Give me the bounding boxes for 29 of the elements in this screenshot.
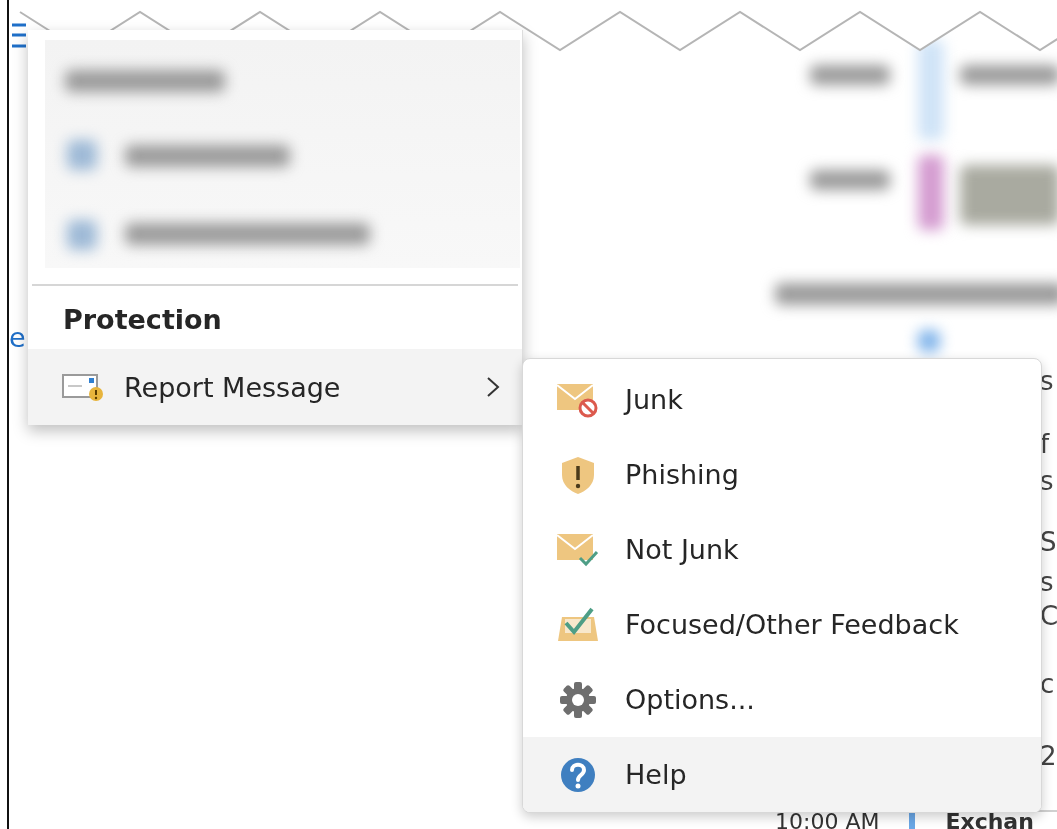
settings-icon bbox=[559, 680, 597, 719]
section-header: Protection bbox=[62, 304, 223, 337]
message-text: s bbox=[1040, 567, 1055, 597]
menu-icon[interactable] bbox=[12, 22, 26, 50]
message-time: 10:00 AM bbox=[775, 812, 880, 829]
menu-item[interactable]: Report Message bbox=[28, 349, 522, 425]
envelope-check-icon bbox=[556, 531, 600, 568]
submenu-item[interactable]: Phishing bbox=[523, 437, 1041, 512]
blurred-icon bbox=[67, 220, 97, 250]
submenu-item[interactable]: Help bbox=[523, 737, 1041, 812]
message-text: S bbox=[1040, 527, 1057, 557]
blurred-icon bbox=[67, 140, 97, 170]
message-text: 2 bbox=[1040, 741, 1057, 771]
message-text: c bbox=[1040, 669, 1056, 699]
submenu-item[interactable]: Junk bbox=[523, 362, 1041, 437]
blurred-highlight bbox=[918, 330, 940, 352]
link-text[interactable]: e bbox=[9, 322, 26, 353]
message-sender: Exchan bbox=[945, 812, 1034, 829]
envelope-blocked-icon bbox=[556, 381, 600, 418]
message-text: s bbox=[1040, 466, 1055, 496]
message-text: f bbox=[1040, 429, 1051, 459]
message-text: C bbox=[1040, 601, 1057, 631]
envelope-warning-icon bbox=[62, 372, 104, 402]
submenu-item[interactable]: Focused/Other Feedback bbox=[523, 587, 1041, 662]
help-icon bbox=[559, 755, 597, 794]
submenu-item[interactable]: Options... bbox=[523, 662, 1041, 737]
unread-marker bbox=[909, 812, 916, 829]
submenu-item[interactable]: Not Junk bbox=[523, 512, 1041, 587]
message-text: s bbox=[1040, 366, 1055, 396]
